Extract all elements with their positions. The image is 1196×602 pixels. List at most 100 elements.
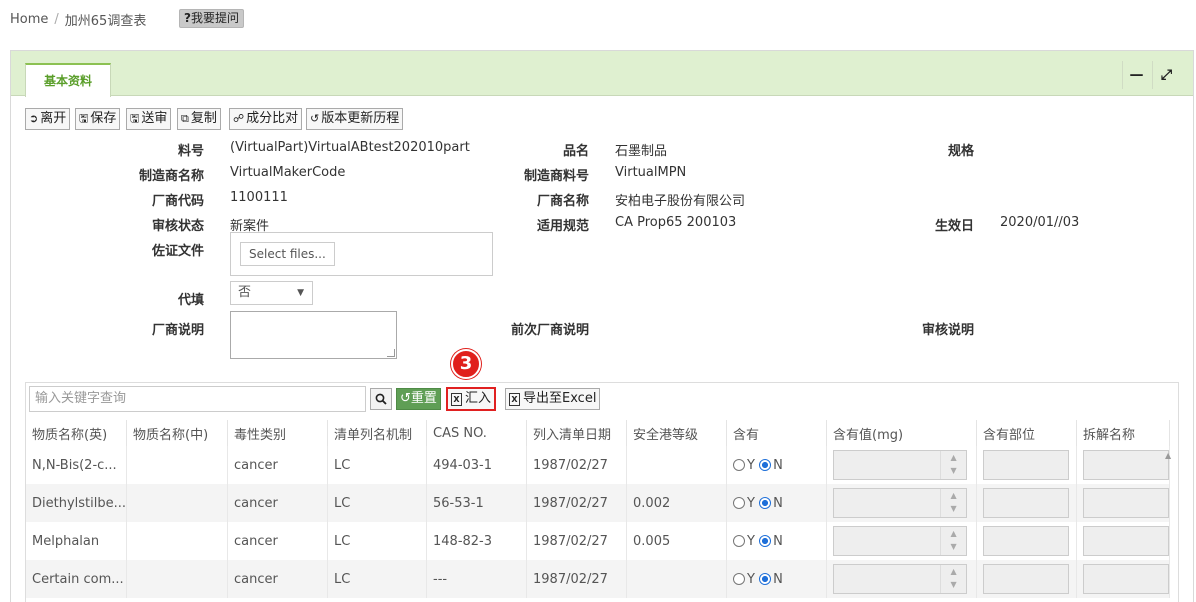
vendor-note-textarea[interactable] [230,311,397,359]
review-note-label: 审核说明 [921,323,974,338]
breadcrumb-home[interactable]: Home [10,12,48,27]
regulation-value: CA Prop65 200103 [615,215,737,230]
disassembly-input[interactable] [1083,526,1169,556]
col-header[interactable]: 含有部位 [976,420,1078,446]
radio-no-label: N [773,571,783,587]
leave-button[interactable]: ➲ 离开 [25,108,71,130]
keyword-search-input[interactable]: 输入关键字查询 [29,386,366,412]
compare-button[interactable]: ☍ 成分比对 [229,108,303,130]
cell-level: 0.002 [626,484,728,522]
history-button[interactable]: ↺ 版本更新历程 [306,108,404,130]
disassembly-input[interactable] [1083,488,1169,518]
exit-icon: ➲ [29,112,39,125]
cell-part [976,484,1078,522]
vendor-name-label: 厂商名称 [536,194,589,209]
copy-button[interactable]: ⧉ 复制 [177,108,221,130]
cell-level [626,446,728,484]
part-input[interactable] [983,450,1070,480]
radio-yes[interactable] [733,534,746,547]
scroll-up-icon[interactable]: ▲ [1165,451,1171,460]
cell-part [976,560,1078,598]
col-header[interactable]: 含有 [726,420,828,446]
compare-label: 成分比对 [246,111,299,126]
disassembly-input[interactable] [1083,450,1169,480]
amount-input[interactable]: ▲ ▼ [833,526,968,556]
cell-toxicity: cancer [227,446,329,484]
export-label: 导出至Excel [523,391,597,406]
part-input[interactable] [983,564,1070,594]
spinner-arrows-icon[interactable]: ▲ ▼ [940,451,966,479]
review-status-label: 审核状态 [151,219,204,234]
cell-disassembly [1076,522,1171,560]
cell-contains: Y N [726,522,828,560]
col-header[interactable]: 拆解名称 [1076,420,1171,446]
col-header[interactable]: 物质名称(英) [26,420,128,446]
ask-question-button[interactable]: ?我要提问 [179,9,244,28]
cell-contains: Y N [726,446,828,484]
save-icon: 🖫 [79,112,89,125]
part-input[interactable] [983,488,1070,518]
amount-input[interactable]: ▲ ▼ [833,488,968,518]
cell-part [976,522,1078,560]
radio-yes[interactable] [733,572,746,585]
cell-name-zh [126,484,229,522]
cell-toxicity: cancer [227,522,329,560]
expand-icon[interactable]: ⤢ [1152,61,1180,89]
part-input[interactable] [983,526,1070,556]
file-upload-area[interactable]: Select files... [230,232,493,276]
cell-date: 1987/02/27 [526,484,628,522]
history-icon: ↺ [310,112,320,125]
cell-date: 1987/02/27 [526,560,628,598]
spinner-arrows-icon[interactable]: ▲ ▼ [940,527,966,555]
col-header[interactable]: 安全港等级 [626,420,728,446]
resize-handle-icon[interactable] [387,349,395,357]
proxy-select[interactable]: 否 ▼ [230,281,313,305]
submit-review-button[interactable]: 🖫 送审 [126,108,172,130]
col-header[interactable]: 列入清单日期 [526,420,628,446]
cell-date: 1987/02/27 [526,522,628,560]
radio-no[interactable] [759,458,772,471]
table-row: Diethylstilbe... cancer LC 56-53-1 1987/… [26,484,1171,522]
cell-name-en: Certain com... [26,560,128,598]
radio-no-label: N [773,495,783,511]
radio-no-label: N [773,457,783,473]
excel-file-icon: X [509,392,520,406]
radio-yes[interactable] [733,458,746,471]
search-icon [375,393,387,405]
col-header[interactable]: CAS NO. [426,420,528,446]
disassembly-input[interactable] [1083,564,1169,594]
cell-cas: --- [426,560,528,598]
evidence-label: 佐证文件 [151,244,204,259]
radio-no[interactable] [759,572,772,585]
cell-cas: 494-03-1 [426,446,528,484]
import-button[interactable]: X 汇入 [446,387,497,411]
minimize-icon[interactable]: — [1122,61,1150,89]
reset-button[interactable]: ↺重置 [396,388,441,410]
amount-input[interactable]: ▲ ▼ [833,564,968,594]
col-header[interactable]: 毒性类别 [227,420,329,446]
proxy-selected-value: 否 [238,285,252,300]
vendor-note-label: 厂商说明 [151,323,204,338]
cell-name-en: Diethylstilbe... [26,484,128,522]
save-button[interactable]: 🖫 保存 [75,108,121,130]
cell-level: 0.005 [626,522,728,560]
cell-amount: ▲ ▼ [826,446,978,484]
effective-date-label: 生效日 [934,219,974,234]
col-header[interactable]: 含有值(mg) [826,420,978,446]
panel-header: 基本资料 — ⤢ [11,51,1193,97]
col-header[interactable]: 清单列名机制 [327,420,428,446]
select-files-button[interactable]: Select files... [240,242,335,266]
radio-no[interactable] [759,534,772,547]
col-header[interactable]: 物质名称(中) [126,420,229,446]
radio-yes[interactable] [733,496,746,509]
tab-basic-info[interactable]: 基本资料 [25,63,111,97]
export-excel-button[interactable]: X 导出至Excel [505,388,601,410]
spinner-arrows-icon[interactable]: ▲ ▼ [940,565,966,593]
amount-input[interactable]: ▲ ▼ [833,450,968,480]
cell-amount: ▲ ▼ [826,522,978,560]
search-button[interactable] [370,388,392,410]
radio-no[interactable] [759,496,772,509]
cell-contains: Y N [726,484,828,522]
spinner-arrows-icon[interactable]: ▲ ▼ [940,489,966,517]
cell-disassembly [1076,446,1171,484]
